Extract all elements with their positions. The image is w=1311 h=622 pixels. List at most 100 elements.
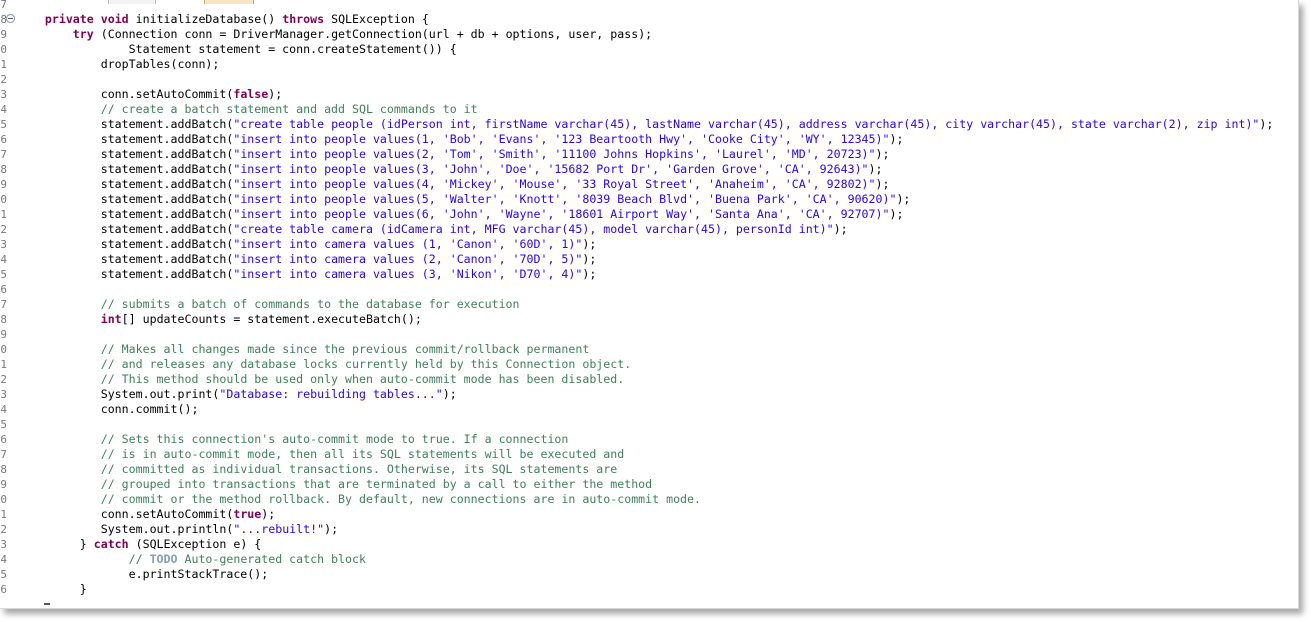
code-line[interactable]: 2 statement.addBatch("create table camera… — [0, 222, 1298, 237]
code-line[interactable]: 1 conn.setAutoCommit(true); — [0, 507, 1298, 522]
code-token: ); — [268, 87, 283, 101]
code-line[interactable]: 8 statement.addBatch("insert into people … — [0, 162, 1298, 177]
code-token: statement.addBatch( — [100, 177, 234, 191]
code-token: } — [79, 582, 87, 596]
code-line[interactable]: 7 // submits a batch of commands to the d… — [0, 297, 1298, 312]
code-line[interactable]: 4 // create a batch statement and add SQL… — [0, 102, 1298, 117]
code-text: } — [80, 582, 87, 597]
code-line[interactable]: 7 // is in auto-commit mode, then all its… — [0, 447, 1298, 462]
code-line[interactable]: 6 — [0, 282, 1298, 297]
line-number: 9 — [0, 28, 7, 41]
line-number: 8 — [0, 163, 7, 176]
code-text: dropTables(conn); — [101, 57, 220, 72]
code-line[interactable]: 2 // This method should be used only when… — [0, 372, 1298, 387]
code-token: System.out.println( — [100, 522, 234, 536]
line-number: 6 — [0, 133, 7, 146]
code-line[interactable]: 9 try (Connection conn = DriverManager.ge… — [0, 27, 1298, 42]
code-area[interactable]: 7 8 private void initializeDatabase() thro… — [0, 0, 1298, 608]
line-number: 4 — [0, 103, 7, 116]
line-number: 3 — [0, 388, 7, 401]
code-line[interactable]: 9 statement.addBatch("insert into people … — [0, 177, 1298, 192]
code-text: // This method should be used only when … — [101, 372, 625, 387]
code-text: conn.setAutoCommit(true); — [101, 507, 276, 522]
line-number: 4 — [0, 403, 7, 416]
code-token: e.printStackTrace(); — [128, 567, 269, 581]
comment-token: // Makes all changes made since the prev… — [100, 342, 590, 356]
code-token: ); — [324, 522, 339, 536]
code-token: SQLException { — [324, 12, 429, 26]
code-token: } — [79, 537, 94, 551]
line-number: 5 — [0, 418, 7, 431]
code-line[interactable]: 3 statement.addBatch("insert into camera … — [0, 237, 1298, 252]
string-literal-token: "insert into people values(3, 'John', 'D… — [233, 162, 869, 176]
line-number: 7 — [0, 298, 7, 311]
string-literal-token: "insert into people values(2, 'Tom', 'Sm… — [233, 147, 876, 161]
code-token: ); — [875, 177, 890, 191]
code-line[interactable]: 4 statement.addBatch("insert into camera … — [0, 252, 1298, 267]
code-line[interactable]: 6} — [0, 582, 1298, 597]
code-line[interactable]: 6 // Sets this connection's auto-commit m… — [0, 432, 1298, 447]
code-line[interactable]: 8 int[] updateCounts = statement.executeB… — [0, 312, 1298, 327]
code-line[interactable]: 5 statement.addBatch("create table people… — [0, 117, 1298, 132]
code-line[interactable]: 1 statement.addBatch("insert into people … — [0, 207, 1298, 222]
code-line[interactable]: 8 private void initializeDatabase() throw… — [0, 12, 1298, 27]
code-line[interactable]: 2 System.out.println("...rebuilt!"); — [0, 522, 1298, 537]
code-token: ); — [261, 507, 276, 521]
code-token: ); — [875, 147, 890, 161]
comment-token: // is in auto-commit mode, then all its … — [100, 447, 625, 461]
code-line[interactable]: 9 — [0, 327, 1298, 342]
line-number: 2 — [0, 373, 7, 386]
code-line[interactable]: 5 statement.addBatch("insert into camera … — [0, 267, 1298, 282]
code-text: } catch (SQLException e) { — [80, 537, 262, 552]
code-line[interactable]: 3 conn.setAutoCommit(false); — [0, 87, 1298, 102]
code-line[interactable]: 8 // committed as individual transactions… — [0, 462, 1298, 477]
code-line[interactable]: 4 // TODO Auto-generated catch block — [0, 552, 1298, 567]
code-line[interactable]: 4 conn.commit(); — [0, 402, 1298, 417]
keyword-token: void — [100, 12, 129, 26]
code-line[interactable]: 2 — [0, 72, 1298, 87]
code-text: statement.addBatch("insert into people v… — [101, 132, 904, 147]
code-line[interactable]: 0 statement.addBatch("insert into people … — [0, 192, 1298, 207]
comment-token: // — [128, 552, 150, 566]
code-text: statement.addBatch("insert into people v… — [101, 177, 890, 192]
line-number: 5 — [0, 568, 7, 581]
comment-token: // grouped into transactions that are te… — [100, 477, 653, 491]
code-line[interactable]: 5 e.printStackTrace(); — [0, 567, 1298, 582]
code-text: statement.addBatch("insert into camera v… — [101, 267, 597, 282]
code-text: // Makes all changes made since the prev… — [101, 342, 590, 357]
line-number: 7 — [0, 148, 7, 161]
code-text: Statement statement = conn.createStateme… — [129, 42, 457, 57]
code-line[interactable]: 3 System.out.print("Database: rebuilding … — [0, 387, 1298, 402]
code-token: statement.addBatch( — [100, 117, 234, 131]
string-literal-token: "create table camera (idCamera int, MFG … — [233, 222, 834, 236]
comment-token: // and releases any database locks curre… — [100, 357, 632, 371]
string-literal-token: "insert into camera values (3, 'Nikon', … — [233, 267, 583, 281]
code-line[interactable]: 0 Statement statement = conn.createStatem… — [0, 42, 1298, 57]
code-token: Statement statement = conn.createStateme… — [128, 42, 457, 56]
comment-token: // This method should be used only when … — [100, 372, 625, 386]
code-token: statement.addBatch( — [100, 192, 234, 206]
string-literal-token: "insert into people values(6, 'John', 'W… — [233, 207, 890, 221]
code-token: statement.addBatch( — [100, 162, 234, 176]
string-literal-token: "...rebuilt!" — [233, 522, 325, 536]
comment-token: // submits a batch of commands to the da… — [100, 297, 520, 311]
comment-token: // create a batch statement and add SQL … — [100, 102, 478, 116]
line-number: 6 — [0, 583, 7, 596]
fold-collapse-icon[interactable] — [6, 14, 15, 23]
code-text: statement.addBatch("create table people … — [101, 117, 1274, 132]
code-line[interactable]: 9 // grouped into transactions that are t… — [0, 477, 1298, 492]
string-literal-token: "insert into people values(4, 'Mickey', … — [233, 177, 876, 191]
code-line[interactable]: 3} catch (SQLException e) { — [0, 537, 1298, 552]
code-line[interactable]: 6 statement.addBatch("insert into people … — [0, 132, 1298, 147]
code-line[interactable]: 7 — [0, 0, 1298, 12]
code-line[interactable]: 0 // Makes all changes made since the pre… — [0, 342, 1298, 357]
code-line[interactable]: 1 // and releases any database locks curr… — [0, 357, 1298, 372]
code-line[interactable]: 1 dropTables(conn); — [0, 57, 1298, 72]
code-line[interactable]: 7 statement.addBatch("insert into people … — [0, 147, 1298, 162]
line-number: 2 — [0, 73, 7, 86]
line-number: 3 — [0, 88, 7, 101]
code-token: statement.addBatch( — [100, 237, 234, 251]
code-line[interactable]: 0 // commit or the method rollback. By de… — [0, 492, 1298, 507]
string-literal-token: "insert into camera values (1, 'Canon', … — [233, 237, 583, 251]
code-line[interactable]: 5 — [0, 417, 1298, 432]
